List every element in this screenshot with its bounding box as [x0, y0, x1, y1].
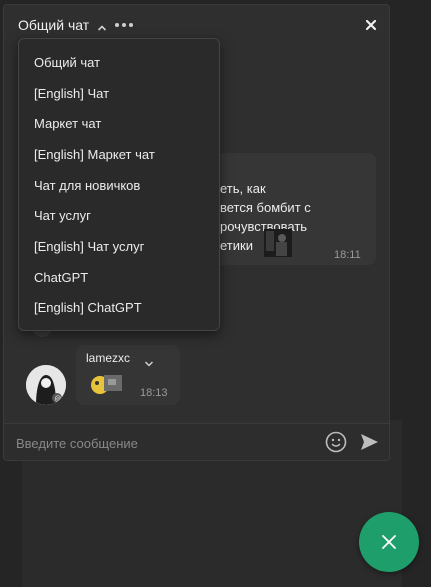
message-bubble: lamezxc 18:13: [76, 345, 180, 405]
more-dots-icon[interactable]: [115, 23, 134, 27]
close-icon: [365, 19, 377, 31]
send-icon[interactable]: [359, 432, 379, 452]
dropdown-item-services-chat[interactable]: Чат услуг: [19, 200, 219, 231]
close-chat-fab-button[interactable]: [359, 512, 419, 572]
dropdown-item-english-chat[interactable]: [English] Чат: [19, 78, 219, 109]
composer-bar: [4, 423, 389, 460]
message-line: вется бомбит с: [220, 200, 311, 215]
close-icon: [382, 535, 396, 549]
dropdown-item-english-market-chat[interactable]: [English] Маркет чат: [19, 139, 219, 170]
dropdown-item-newbie-chat[interactable]: Чат для новичков: [19, 170, 219, 201]
sticker-image[interactable]: [88, 369, 128, 397]
dropdown-item-english-chatgpt[interactable]: [English] ChatGPT: [19, 293, 219, 324]
message-image-thumbnail[interactable]: [264, 229, 292, 257]
chevron-up-icon[interactable]: [97, 20, 107, 31]
dropdown-item-english-services-chat[interactable]: [English] Чат услуг: [19, 231, 219, 262]
smile-icon[interactable]: [325, 431, 347, 453]
svg-text:@: @: [55, 395, 62, 403]
message-username[interactable]: lamezxc: [86, 351, 130, 365]
dropdown-item-general-chat[interactable]: Общий чат: [19, 47, 219, 78]
avatar[interactable]: @: [26, 365, 66, 405]
message-time: 18:11: [334, 249, 361, 261]
message-text: еть, как вется бомбит с рочувствовать ет…: [220, 179, 370, 255]
message-time: 18:13: [140, 387, 168, 399]
chat-title[interactable]: Общий чат: [18, 17, 89, 33]
dropdown-item-market-chat[interactable]: Маркет чат: [19, 108, 219, 139]
chevron-down-icon[interactable]: [144, 355, 154, 367]
dropdown-item-chatgpt[interactable]: ChatGPT: [19, 262, 219, 293]
message-line: еть, как: [220, 181, 266, 196]
chat-selector-dropdown: Общий чат [English] Чат Маркет чат [Engl…: [18, 38, 220, 331]
message-input[interactable]: [16, 432, 306, 454]
message-line: рочувствовать: [220, 219, 308, 234]
close-chat-button[interactable]: [363, 17, 379, 33]
